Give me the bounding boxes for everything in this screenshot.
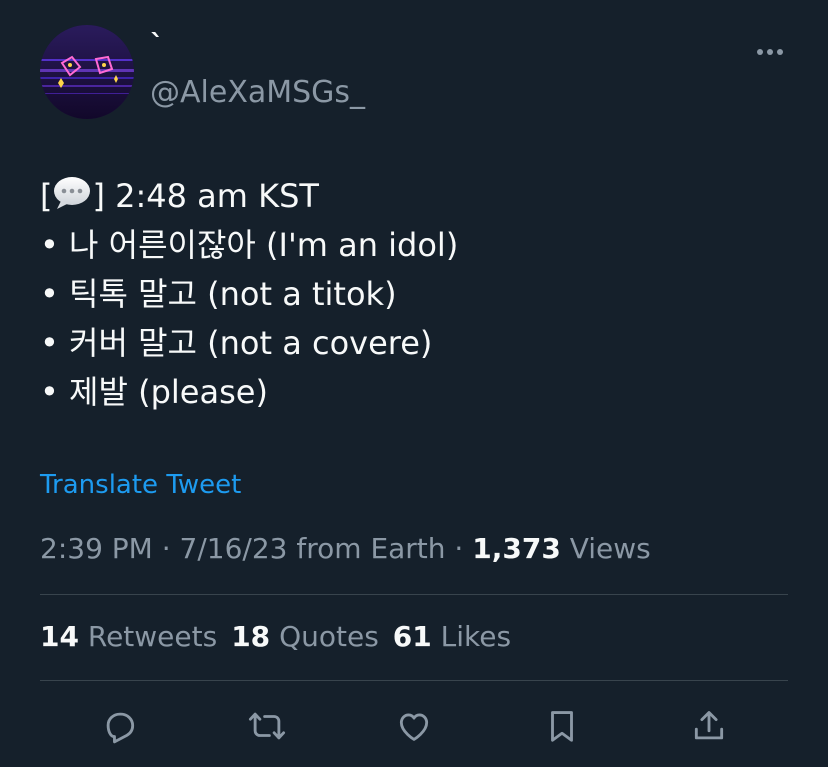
more-options-button[interactable] bbox=[748, 40, 792, 64]
avatar-image bbox=[40, 25, 134, 119]
retweet-button[interactable] bbox=[243, 702, 291, 750]
quotes-label: Quotes bbox=[270, 620, 379, 653]
divider bbox=[40, 594, 788, 595]
reply-icon bbox=[106, 712, 135, 744]
quotes-count: 18 bbox=[231, 620, 271, 653]
more-dots-icon bbox=[757, 49, 783, 55]
reply-button[interactable] bbox=[96, 702, 144, 750]
tweet-line: [ ] 2:48 am KST bbox=[40, 172, 800, 221]
meta-separator: · bbox=[152, 532, 180, 565]
likes-count: 61 bbox=[392, 620, 432, 653]
views-label: Views bbox=[560, 532, 651, 565]
tweet-source: from Earth bbox=[287, 532, 446, 565]
tweet-line: • 나 어른이잖아 (I'm an idol) bbox=[40, 226, 459, 264]
display-name[interactable]: ` bbox=[150, 30, 164, 60]
tweet-line: • 틱톡 말고 (not a titok) bbox=[40, 275, 397, 313]
retweets-stat[interactable]: 14 Retweets bbox=[40, 617, 217, 657]
bookmark-button[interactable] bbox=[538, 702, 586, 750]
retweet-icon bbox=[248, 712, 286, 740]
translate-tweet-link[interactable]: Translate Tweet bbox=[40, 468, 241, 502]
like-icon bbox=[399, 713, 429, 741]
likes-stat[interactable]: 61 Likes bbox=[393, 617, 511, 657]
quotes-stat[interactable]: 18 Quotes bbox=[231, 617, 379, 657]
user-handle[interactable]: @AleXaMSGs_ bbox=[150, 76, 365, 110]
tweet-date[interactable]: 7/16/23 bbox=[180, 532, 288, 565]
likes-label: Likes bbox=[431, 620, 512, 653]
tweet-metadata: 2:39 PM · 7/16/23 from Earth · 1,373 Vie… bbox=[40, 531, 651, 567]
tweet-line: • 제발 (please) bbox=[40, 373, 268, 411]
like-button[interactable] bbox=[390, 702, 438, 750]
tweet-line: • 커버 말고 (not a covere) bbox=[40, 324, 433, 362]
engagement-stats: 14 Retweets 18 Quotes 61 Likes bbox=[40, 617, 525, 657]
speech-bubble-icon bbox=[52, 175, 92, 211]
share-button[interactable] bbox=[685, 702, 733, 750]
views-count: 1,373 bbox=[472, 532, 561, 565]
tweet-line-prefix: [ bbox=[40, 177, 53, 215]
avatar[interactable] bbox=[40, 25, 134, 119]
meta-separator: · bbox=[445, 532, 473, 565]
share-icon bbox=[694, 711, 724, 740]
tweet-line-text: ] 2:48 am KST bbox=[92, 177, 319, 215]
retweets-label: Retweets bbox=[78, 620, 218, 653]
tweet-text: [ ] 2:48 am KST • 나 어른이잖아 (I'm an idol) •… bbox=[40, 172, 800, 417]
retweets-count: 14 bbox=[40, 620, 79, 653]
bookmark-icon bbox=[551, 711, 573, 742]
tweet-time[interactable]: 2:39 PM bbox=[40, 532, 153, 565]
divider bbox=[40, 680, 788, 681]
